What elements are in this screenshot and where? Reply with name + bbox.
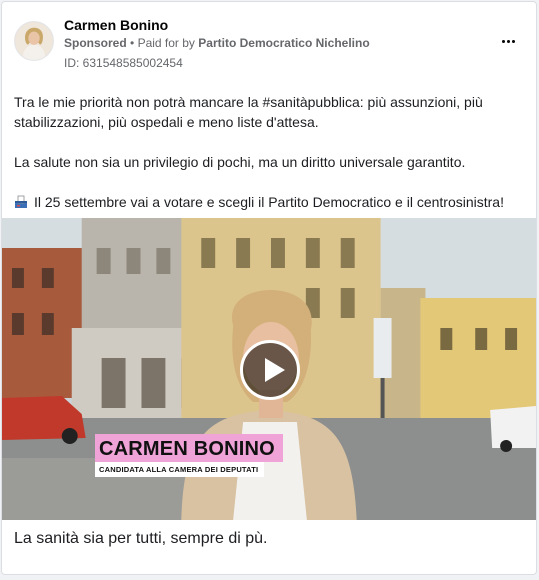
- meta-separator: •: [130, 36, 135, 50]
- post-message: Tra le mie priorità non potrà mancare la…: [14, 92, 526, 212]
- payer-name[interactable]: Partito Democratico Nichelino: [198, 36, 369, 50]
- more-horizontal-icon-dot: [511, 39, 515, 43]
- page-name[interactable]: Carmen Bonino: [64, 17, 168, 33]
- avatar-image: [15, 22, 53, 60]
- more-horizontal-icon: [501, 39, 505, 43]
- ad-card: Carmen Bonino Sponsored • Paid for by Pa…: [1, 1, 537, 575]
- video-overlay-name: CARMEN BONINO: [95, 434, 283, 462]
- more-options-button[interactable]: [498, 33, 518, 49]
- video-overlay-role: CANDIDATA ALLA CAMERA DEI DEPUTATI: [95, 462, 265, 477]
- post-header: Carmen Bonino Sponsored • Paid for by Pa…: [2, 2, 536, 80]
- message-paragraph: Tra le mie priorità non potrà mancare la…: [14, 94, 483, 130]
- message-paragraph: Il 25 settembre vai a votare e scegli il…: [14, 192, 526, 212]
- sponsor-info: Sponsored • Paid for by Partito Democrat…: [64, 36, 370, 50]
- video-caption: La sanità sia per tutti, sempre di pù.: [14, 530, 268, 547]
- sponsored-label: Sponsored: [64, 36, 127, 50]
- message-paragraph: La salute non sia un privilegio di pochi…: [14, 154, 466, 170]
- ballot-box-icon: [14, 194, 28, 208]
- paid-for-label: Paid for by: [137, 36, 195, 50]
- play-icon[interactable]: [240, 340, 300, 400]
- more-horizontal-icon-dot: [506, 39, 510, 43]
- avatar[interactable]: [14, 21, 54, 61]
- ad-id: ID: 631548585002454: [64, 56, 183, 70]
- video-player[interactable]: CARMEN BONINO CANDIDATA ALLA CAMERA DEI …: [2, 218, 536, 520]
- message-paragraph-text: Il 25 settembre vai a votare e scegli il…: [34, 194, 504, 210]
